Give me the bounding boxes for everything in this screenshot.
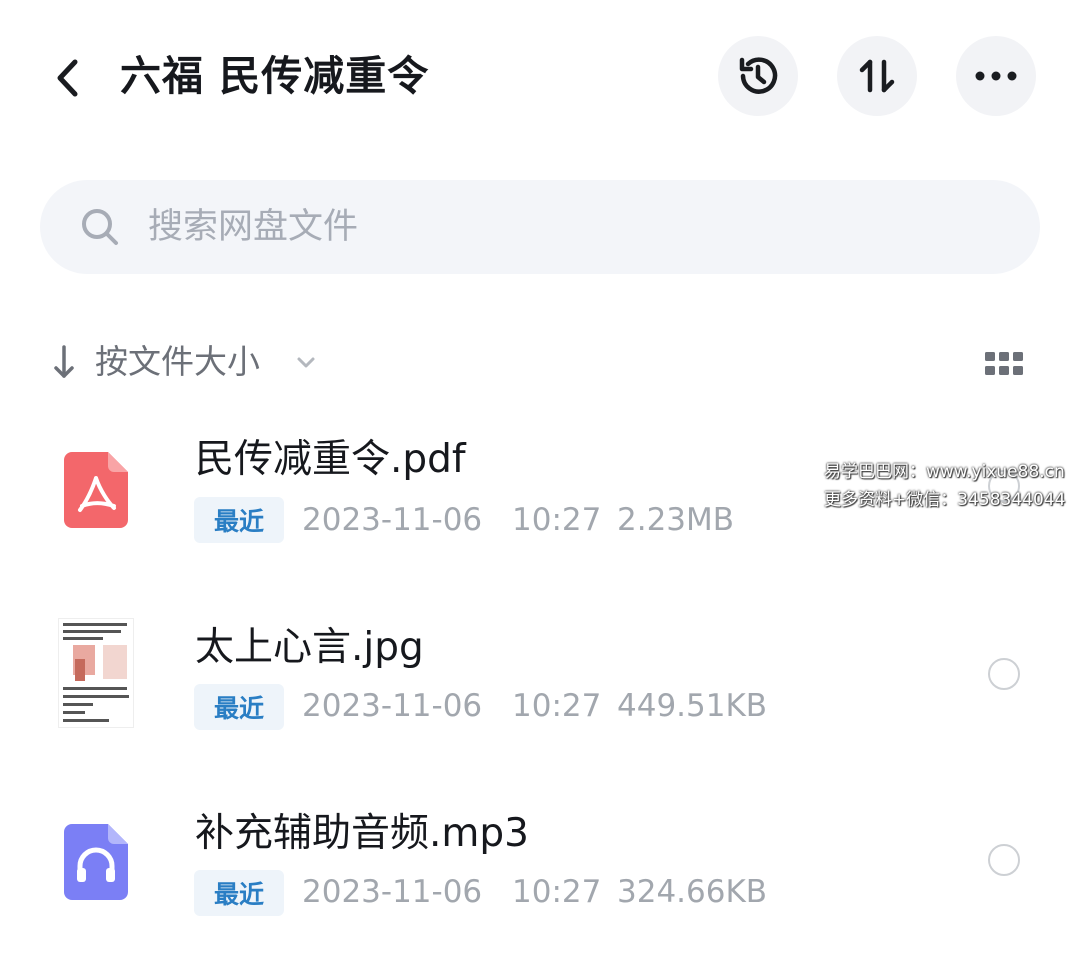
arrow-down-icon bbox=[54, 345, 74, 378]
file-date: 2023-11-06 bbox=[302, 502, 483, 538]
history-icon bbox=[739, 57, 778, 94]
history-button[interactable] bbox=[718, 36, 798, 116]
file-name: 太上心言.jpg bbox=[195, 625, 424, 670]
file-size: 2.23MB bbox=[617, 502, 735, 538]
image-thumbnail bbox=[58, 618, 134, 728]
file-size: 324.66KB bbox=[617, 874, 768, 910]
file-time: 10:27 bbox=[512, 688, 602, 724]
sort-button[interactable] bbox=[837, 36, 917, 116]
sort-arrows-icon bbox=[859, 59, 895, 93]
grid-view-icon[interactable] bbox=[984, 350, 1024, 378]
audio-icon bbox=[64, 824, 128, 900]
select-checkbox[interactable] bbox=[988, 658, 1020, 690]
file-name: 补充辅助音频.mp3 bbox=[195, 811, 529, 856]
watermark: 易学巴巴网：www.yixue88.cn 更多资料+微信：3458344044 bbox=[824, 458, 1065, 514]
file-name: 民传减重令.pdf bbox=[195, 437, 466, 482]
file-date: 2023-11-06 bbox=[302, 874, 483, 910]
file-size: 449.51KB bbox=[617, 688, 768, 724]
sort-label[interactable]: 按文件大小 bbox=[95, 336, 260, 388]
watermark-line: 易学巴巴网：www.yixue88.cn bbox=[824, 462, 1065, 482]
file-row[interactable]: 补充辅助音频.mp3 最近 2023-11-06 10:27 324.66KB bbox=[0, 784, 1080, 964]
file-time: 10:27 bbox=[512, 502, 602, 538]
search-icon bbox=[82, 209, 118, 245]
search-input[interactable] bbox=[148, 198, 1008, 256]
pdf-icon bbox=[64, 452, 128, 528]
file-row[interactable]: 太上心言.jpg 最近 2023-11-06 10:27 449.51KB bbox=[0, 598, 1080, 778]
recent-badge: 最近 bbox=[194, 870, 284, 916]
back-button[interactable] bbox=[40, 50, 96, 106]
recent-badge: 最近 bbox=[194, 497, 284, 543]
page-title: 六福 民传减重令 bbox=[120, 52, 430, 100]
chevron-down-icon[interactable] bbox=[294, 350, 318, 374]
more-icon bbox=[975, 71, 1017, 81]
sort-bar: 按文件大小 bbox=[0, 330, 1080, 394]
file-date: 2023-11-06 bbox=[302, 688, 483, 724]
file-time: 10:27 bbox=[512, 874, 602, 910]
more-button[interactable] bbox=[956, 36, 1036, 116]
watermark-line: 更多资料+微信：3458344044 bbox=[824, 490, 1066, 510]
recent-badge: 最近 bbox=[194, 684, 284, 730]
top-app-bar: 六福 民传减重令 bbox=[0, 0, 1080, 150]
select-checkbox[interactable] bbox=[988, 844, 1020, 876]
chevron-left-icon bbox=[57, 59, 78, 97]
